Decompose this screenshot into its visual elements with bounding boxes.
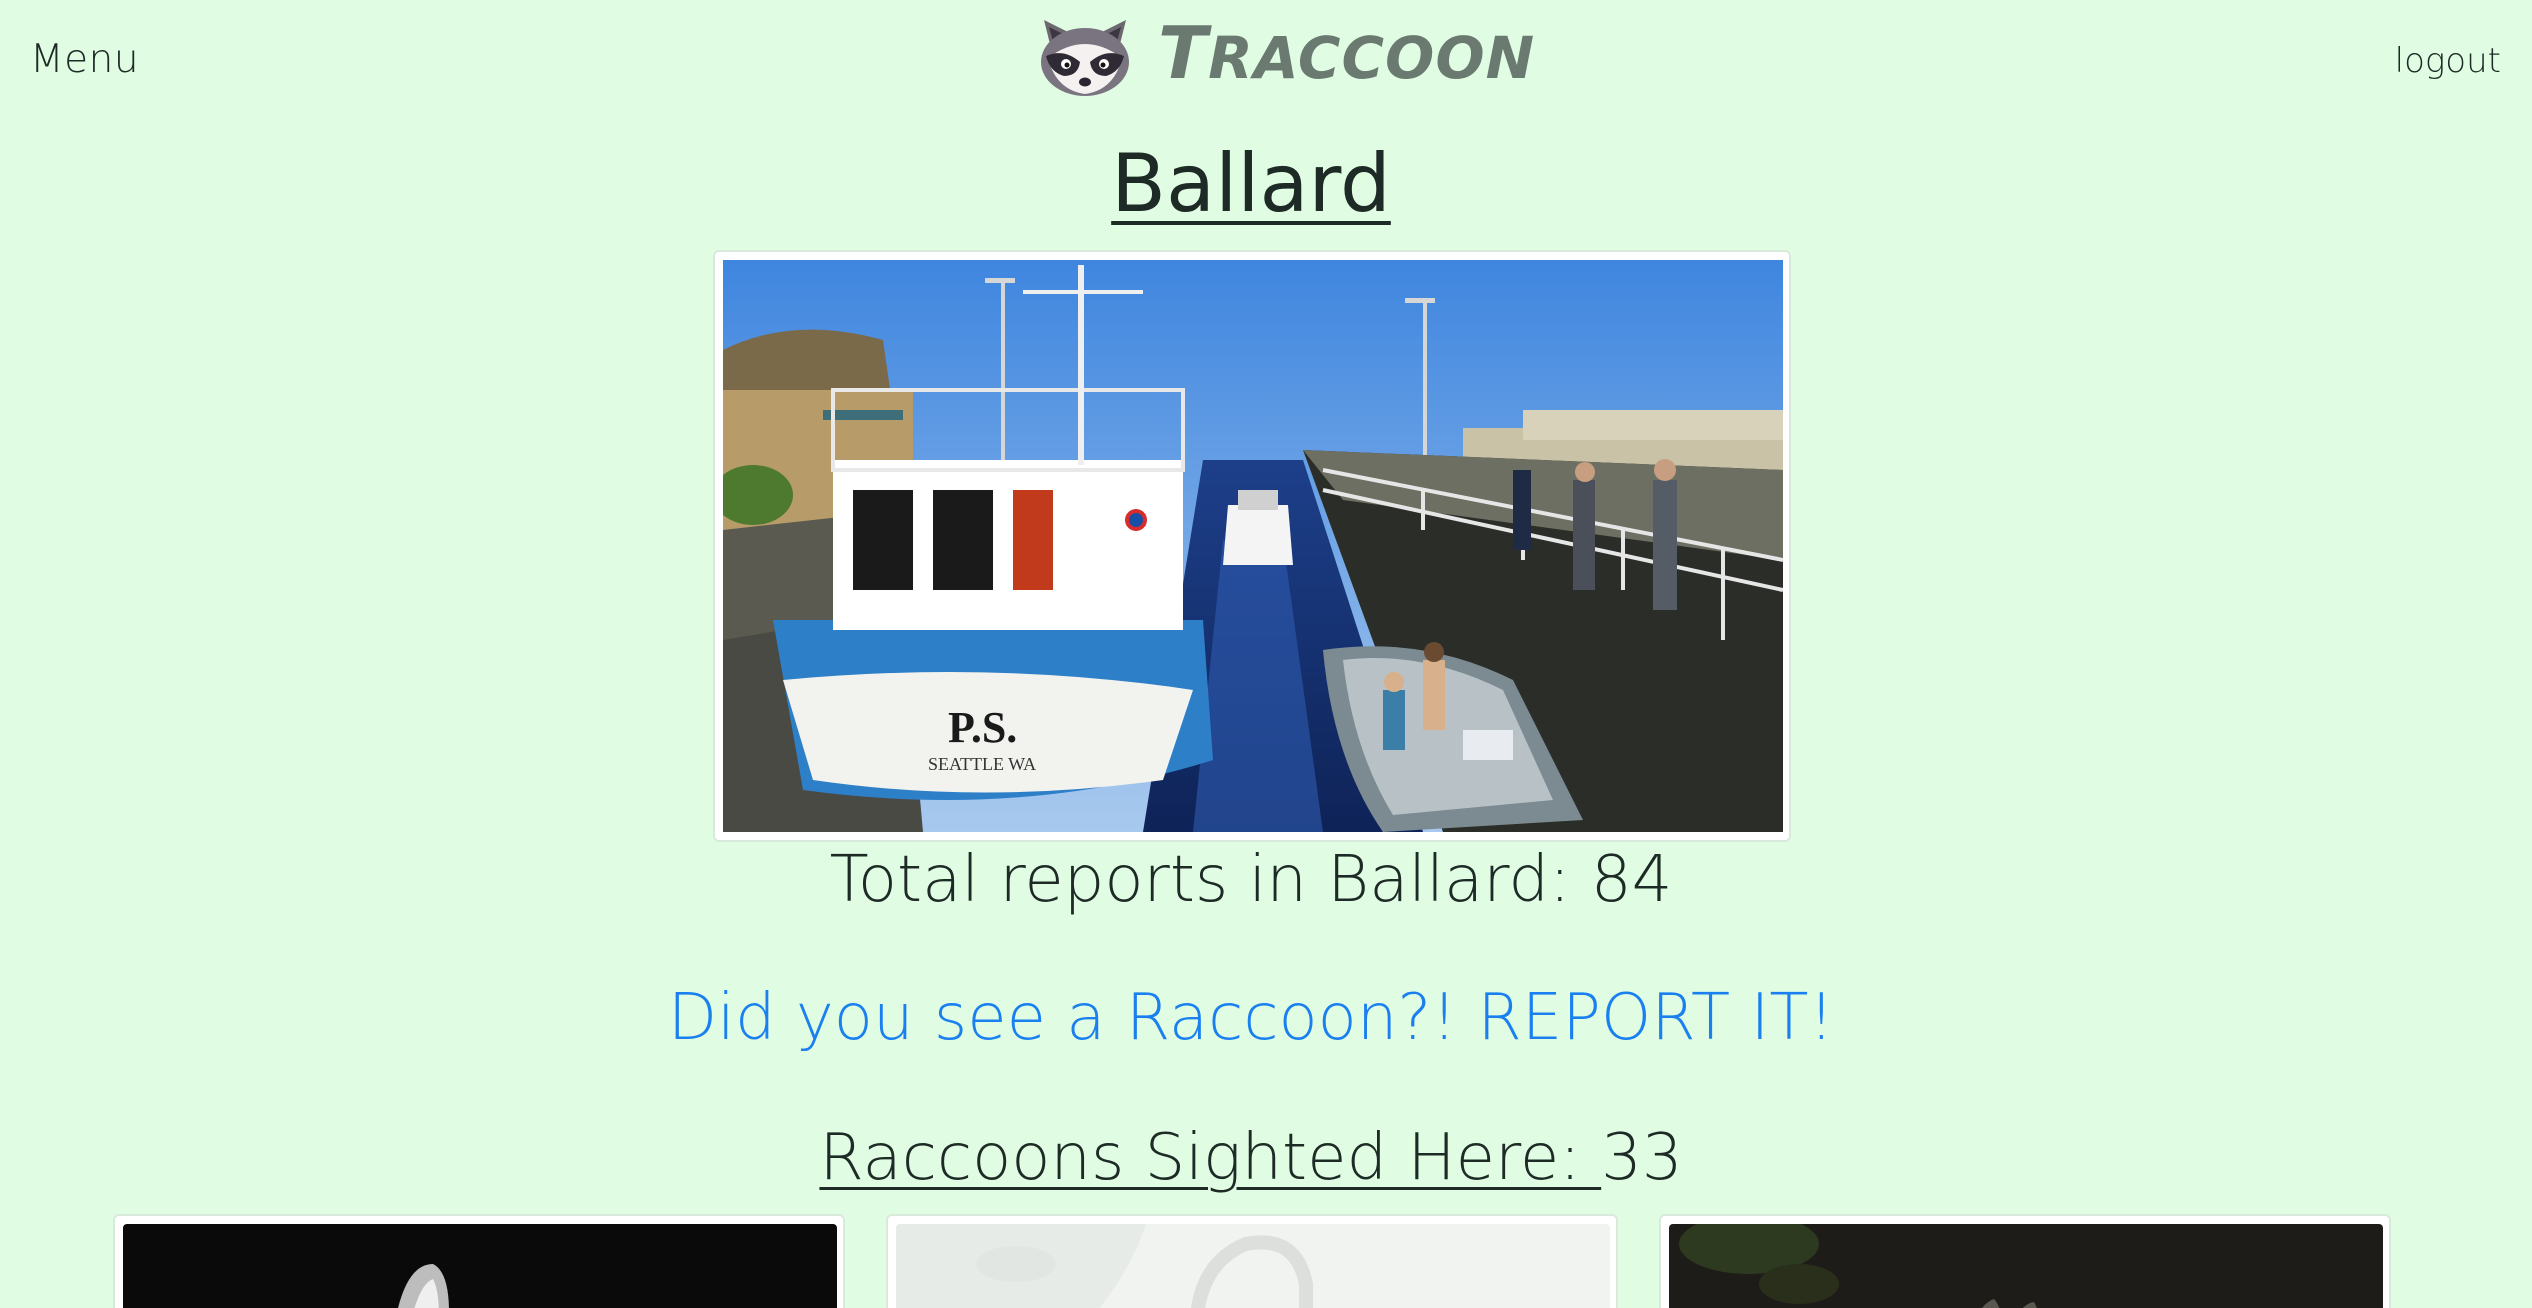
brand-link[interactable]: TRACCOON — [1034, 10, 1535, 101]
page: Menu TRACCOON logout Ballard P.S. SEATTL… — [0, 0, 2532, 1308]
raccoon-face-icon — [1041, 20, 1129, 96]
brand-name-rest: RACCOON — [1208, 23, 1536, 92]
menu-button[interactable]: Menu — [30, 34, 139, 86]
logout-link[interactable]: logout — [2395, 38, 2501, 84]
brand-name: TRACCOON — [1158, 10, 1535, 101]
raccoon-photo — [1669, 1224, 2383, 1308]
neighborhood-photo: P.S. SEATTLE WA — [723, 260, 1783, 832]
raccoon-card[interactable] — [886, 1214, 1618, 1308]
raccoon-photo — [896, 1224, 1610, 1308]
raccoon-card[interactable] — [1659, 1214, 2391, 1308]
raccoon-card[interactable] — [113, 1214, 845, 1308]
sightings-count: 33 — [1601, 1121, 1683, 1195]
page-title: Ballard — [0, 134, 2502, 234]
boat-hull-subtext: SEATTLE WA — [928, 754, 1036, 774]
total-reports-text: Total reports in Ballard: 84 — [829, 843, 1673, 917]
brand-name-initial: T — [1158, 10, 1209, 95]
boat-hull-text: P.S. — [948, 703, 1017, 752]
sightings-heading: Raccoons Sighted Here: 33 — [0, 1116, 2502, 1200]
neighborhood-name: Ballard — [1111, 137, 1391, 230]
report-sighting-link[interactable]: Did you see a Raccoon?! REPORT IT! — [0, 976, 2502, 1060]
neighborhood-photo-frame: P.S. SEATTLE WA — [713, 250, 1791, 842]
raccoon-photo — [123, 1224, 837, 1308]
sightings-label: Raccoons Sighted Here: — [819, 1121, 1602, 1195]
